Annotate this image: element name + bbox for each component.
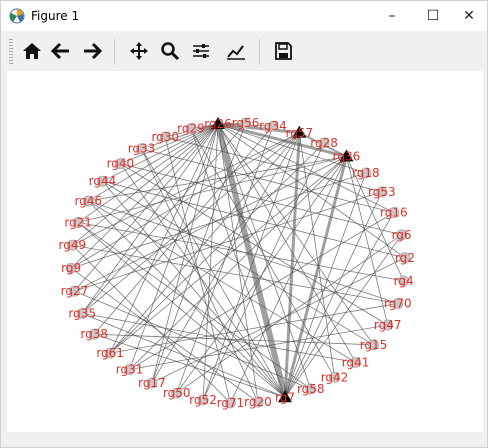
node-label-rg34: rg34 [259,119,287,133]
node-label-rg50: rg50 [163,386,191,400]
edge-rg38-rg15 [94,333,374,346]
navigation-toolbar [1,31,487,71]
toolbar-separator [259,39,260,65]
node-label-rg7: rg7 [275,390,295,404]
node-label-rg44: rg44 [89,174,117,188]
arrow-right-icon [84,42,102,60]
figure-window: Figure 1 – ☐ ✕ rg26 rg56 rg34 rg57 rg28 … [0,0,488,448]
node-label-rg6: rg6 [392,228,412,242]
node-label-rg40: rg40 [107,157,135,171]
save-button[interactable] [269,37,297,65]
network-graph: rg26 rg56 rg34rg57rg28rg36 rg18 rg53 rg16 rg6 r… [59,116,415,410]
figure-canvas[interactable]: rg26 rg56 rg34 rg57 rg28 rg36 rg18 rg53 rg16 rg6 r… [7,71,483,432]
edge-rg26-rg52 [202,123,219,400]
toolbar-separator [114,39,115,65]
pan-button[interactable] [125,37,153,65]
node-label-rg36: rg36 [333,150,361,164]
edge-rg57-rg7 [283,132,301,398]
node-label-rg46: rg46 [74,194,102,208]
node-label-rg29: rg29 [177,122,205,136]
node-label-rg42: rg42 [321,370,349,384]
node-label-rg58: rg58 [297,382,325,396]
node-label-rg38: rg38 [80,327,108,341]
edge-rg36-rg61 [109,156,347,354]
edge-rg27-rg58 [74,290,311,390]
node-label-rg71: rg71 [217,396,245,410]
node-label-rg30: rg30 [151,130,179,144]
save-icon [275,42,292,60]
chart-edit-icon [227,45,245,60]
node-label-rg56: rg56 [232,116,260,130]
zoom-button[interactable] [156,37,184,65]
node-label-rg47: rg47 [374,318,402,332]
title-bar[interactable]: Figure 1 – ☐ ✕ [1,1,487,31]
toolbar-grip[interactable] [9,39,13,65]
node-label-rg18: rg18 [352,166,380,180]
node-label-rg20: rg20 [244,395,272,409]
home-button[interactable] [18,37,46,65]
zoom-icon [161,42,180,61]
matplotlib-icon [9,8,25,24]
node-label-rg26: rg26 [204,117,232,131]
node-label-rg16: rg16 [380,206,408,220]
node-label-rg61: rg61 [96,346,124,360]
subplots-button[interactable] [187,37,215,65]
node-label-rg70: rg70 [384,296,412,310]
node-label-rg35: rg35 [68,306,96,320]
node-label-rg49: rg49 [59,238,87,252]
edge-rg7-rg33 [141,148,286,398]
node-label-rg2: rg2 [395,251,415,265]
edit-axes-button[interactable] [222,37,250,65]
edge-rg44-rg2 [102,180,405,259]
node-label-rg28: rg28 [310,136,338,150]
node-label-rg52: rg52 [189,393,217,407]
edge-rg36-rg71 [230,156,347,404]
forward-button[interactable] [78,37,106,65]
back-button[interactable] [47,37,75,65]
sliders-icon [193,44,209,58]
arrow-left-icon [51,42,69,60]
node-label-rg27: rg27 [61,284,89,298]
node-label-rg15: rg15 [360,338,388,352]
node-label-rg9: rg9 [61,261,81,275]
node-label-rg41: rg41 [342,355,370,369]
node-label-rg21: rg21 [64,216,92,230]
node-label-rg17: rg17 [138,376,166,390]
node-label-rg57: rg57 [286,126,314,140]
edge-rg7-rg21 [77,222,286,398]
node-label-rg4: rg4 [394,274,414,288]
node-label-rg53: rg53 [368,185,396,199]
edge-rg53-rg27 [74,191,382,292]
window-title: Figure 1 [31,9,80,23]
move-icon [130,42,148,60]
edge-rg57-rg42 [298,132,335,378]
maximize-button[interactable]: ☐ [413,1,453,31]
minimize-button[interactable]: – [372,1,412,31]
close-button[interactable]: ✕ [449,1,487,31]
node-label-rg31: rg31 [116,362,144,376]
home-icon [23,43,41,59]
status-bar [1,432,487,447]
